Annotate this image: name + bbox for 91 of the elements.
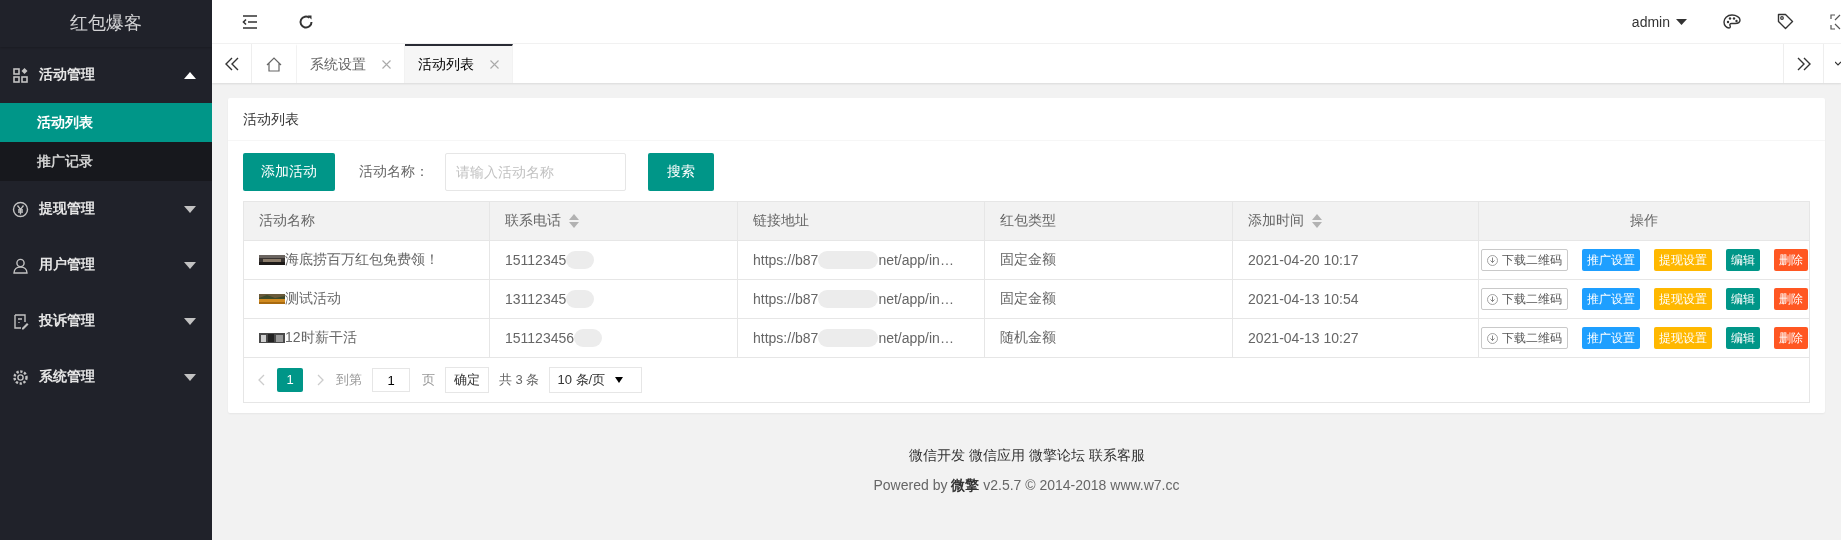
column-header: 活动名称 [244,202,490,241]
column-header[interactable]: 添加时间 [1232,202,1479,241]
action-button[interactable]: 删除 [1773,288,1808,310]
phone-number: 13112345 [505,291,567,307]
total-count: 共 3 条 [499,371,540,389]
user-menu[interactable]: admin [1631,13,1687,30]
tab-menu-button[interactable] [1823,44,1841,83]
submenu-item[interactable]: 活动列表 [0,103,212,142]
table-cell: 2021-04-20 10:17 [1232,240,1479,280]
search-field[interactable]: 请输入活动名称 [445,153,626,191]
chevron-right-icon[interactable] [317,374,324,386]
caret-icon [184,205,196,213]
add-button[interactable]: 添加活动 [243,153,335,191]
download-qr-button[interactable]: 下载二维码 [1480,288,1568,310]
table-cell: 固定金额 [984,240,1233,280]
double-chevron-left-icon [224,56,239,71]
tag-icon[interactable] [1777,13,1794,31]
column-header: 链接地址 [737,202,985,241]
download-qr-button[interactable]: 下载二维码 [1480,327,1568,349]
caret-icon [1676,18,1687,25]
activity-name: 12时薪干活 [285,329,357,347]
download-icon [1486,332,1498,344]
column-header[interactable]: 联系电话 [489,202,738,241]
search-button[interactable]: 搜索 [648,153,714,191]
table-cell: 随机金额 [984,318,1233,358]
action-button[interactable]: 删除 [1773,327,1808,349]
menu-item[interactable]: 用户管理 [0,237,212,293]
column-header: 红包类型 [984,202,1233,241]
chevron-down-icon [1835,60,1841,67]
column-header: 操作 [1478,202,1809,241]
activity-name: 测试活动 [285,290,341,308]
card-title: 活动列表 [228,98,1825,141]
close-icon[interactable] [382,60,391,70]
caret-icon [184,317,196,325]
page-button[interactable]: 1 [277,368,303,392]
submenu-item[interactable]: 推广记录 [0,142,212,181]
page-size-select[interactable]: 10 条/页 [549,367,643,393]
brand-title: 红包爆客 [0,0,212,47]
link-text: https://b87 [753,330,819,346]
footer-link[interactable]: 联系客服 [1088,447,1145,465]
powered-by-text: Powered by 微擎 v2.5.7 © 2014-2018 www.w7.cc [873,477,1180,495]
caret-icon [184,71,196,79]
menu-item[interactable]: 提现管理 [0,181,212,237]
fullscreen-icon[interactable] [1830,13,1841,30]
menu-item[interactable]: 活动管理 [0,47,212,103]
action-button[interactable]: 编辑 [1725,249,1760,271]
yen-icon [12,200,29,218]
gear-icon [12,368,29,386]
refresh-icon[interactable] [298,13,314,30]
caret-icon [615,377,624,383]
action-button[interactable]: 编辑 [1725,288,1760,310]
footer-link[interactable]: 微擎论坛 [1028,447,1085,465]
download-icon [1486,254,1498,266]
double-chevron-right-icon [1796,56,1811,71]
download-qr-button[interactable]: 下载二维码 [1480,249,1568,271]
link-text: net/app/in… [878,330,954,346]
footer-link[interactable]: 微信应用 [968,447,1025,465]
footer-link[interactable]: 微信开发 [908,447,965,465]
menu-item[interactable]: 投诉管理 [0,293,212,349]
action-button[interactable]: 删除 [1773,249,1808,271]
tab[interactable]: 活动列表 [405,44,513,83]
apps-icon [12,66,29,84]
table-cell: 2021-04-13 10:54 [1232,279,1479,319]
table-cell: 固定金额 [984,279,1233,319]
page-unit-label: 页 [422,371,435,389]
goto-label: 到第 [336,371,362,389]
link-text: net/app/in… [878,252,954,268]
activity-name: 海底捞百万红包免费领！ [285,251,439,269]
phone-number: 151123456 [505,330,575,346]
user-icon [12,256,29,274]
phone-number: 15112345 [505,252,567,268]
link-text: https://b87 [753,252,819,268]
link-text: net/app/in… [878,291,954,307]
menu-item[interactable]: 系统管理 [0,349,212,405]
download-icon [1486,293,1498,305]
palette-icon[interactable] [1723,13,1741,30]
field-label: 活动名称： [359,163,430,181]
action-button[interactable]: 编辑 [1725,327,1760,349]
confirm-button[interactable]: 确定 [445,367,489,393]
caret-icon [184,261,196,269]
sort-icon[interactable] [569,214,579,229]
link-text: https://b87 [753,291,819,307]
sort-icon[interactable] [1312,214,1322,229]
collapse-menu-icon[interactable] [242,14,258,29]
home-icon [266,57,282,73]
close-icon[interactable] [490,60,499,70]
document-edit-icon [12,312,29,330]
caret-icon [184,373,196,381]
page-field[interactable]: 1 [372,368,410,392]
chevron-left-icon[interactable] [258,374,265,386]
table-cell: 2021-04-13 10:27 [1232,318,1479,358]
